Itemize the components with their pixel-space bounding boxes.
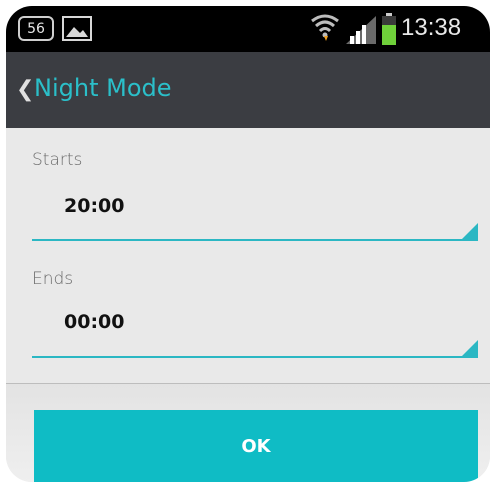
image-icon: [62, 16, 92, 41]
page-title[interactable]: Night Mode: [34, 74, 172, 102]
starts-dropdown-corner-icon: [460, 223, 478, 241]
starts-label: Starts: [32, 150, 83, 170]
ends-label: Ends: [32, 269, 74, 289]
wifi-icon: [311, 14, 339, 41]
battery-icon: [382, 13, 396, 45]
ends-time-field[interactable]: 00:00: [64, 311, 124, 333]
back-chevron-icon[interactable]: ❮: [16, 79, 34, 101]
ends-field-underline: [32, 356, 478, 358]
signal-icon: [346, 16, 376, 44]
starts-time-field[interactable]: 20:00: [64, 195, 124, 217]
ok-button-label: OK: [241, 435, 271, 457]
starts-field-underline: [32, 239, 478, 241]
phone-screen: 56 13:38 ❮ Night Mode Starts 20:00 Ends …: [6, 6, 490, 482]
notification-count-badge: 56: [18, 16, 54, 41]
action-bar: ❮ Night Mode: [6, 52, 490, 128]
ok-button[interactable]: OK: [34, 410, 478, 482]
status-bar: 56 13:38: [6, 6, 490, 52]
ends-dropdown-corner-icon: [460, 340, 478, 358]
notification-count: 56: [27, 20, 45, 37]
status-clock: 13:38: [401, 14, 462, 41]
